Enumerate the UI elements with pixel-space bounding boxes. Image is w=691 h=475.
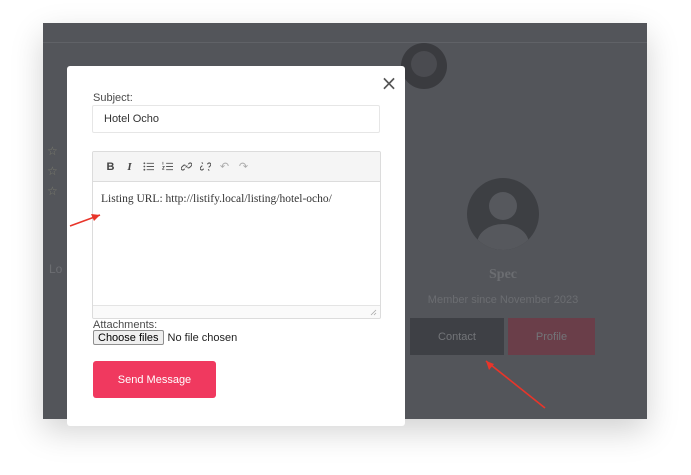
bullet-list-icon[interactable]: [139, 157, 158, 177]
link-icon[interactable]: [177, 157, 196, 177]
member-since-text: Member since November 2023: [427, 294, 579, 306]
subject-label: Subject:: [93, 92, 133, 104]
numbered-list-icon[interactable]: [158, 157, 177, 177]
choose-files-button[interactable]: Choose files: [93, 330, 164, 345]
star-icon: ☆: [47, 184, 58, 198]
redo-icon[interactable]: ↷: [234, 157, 253, 177]
header-divider: [43, 42, 647, 43]
send-message-button[interactable]: Send Message: [93, 361, 216, 398]
star-icon: ☆: [47, 164, 58, 178]
profile-button[interactable]: Profile: [508, 318, 595, 355]
profile-name: Spec: [489, 267, 517, 282]
rating-stars: ☆ ☆ ☆: [47, 141, 58, 201]
header-avatar: [401, 43, 447, 89]
bold-icon[interactable]: B: [101, 157, 120, 177]
resize-handle-icon[interactable]: [370, 309, 377, 316]
subject-input[interactable]: [92, 105, 380, 133]
file-input: Choose files No file chosen: [93, 330, 237, 345]
background-text: Lo: [49, 262, 63, 276]
star-icon: ☆: [47, 144, 58, 158]
unlink-icon[interactable]: [196, 157, 215, 177]
italic-icon[interactable]: I: [120, 157, 139, 177]
close-icon[interactable]: ×: [380, 73, 398, 95]
message-text[interactable]: Listing URL: http://listify.local/listin…: [93, 182, 380, 216]
undo-icon[interactable]: ↶: [215, 157, 234, 177]
message-editor[interactable]: B I ↶ ↷ Listing URL: http://listify.loca…: [92, 151, 381, 319]
contact-button[interactable]: Contact: [410, 318, 504, 355]
no-file-text: No file chosen: [167, 331, 238, 344]
editor-toolbar: B I ↶ ↷: [93, 152, 380, 182]
editor-statusbar: [93, 305, 380, 318]
profile-avatar-icon: [467, 178, 539, 250]
